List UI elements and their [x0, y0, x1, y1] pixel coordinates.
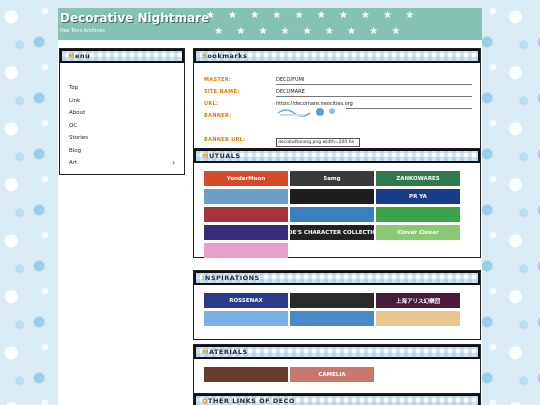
master-value: DECO/FUMI [276, 77, 472, 85]
materials-heading-rest: ATERIALS [208, 348, 248, 356]
chevron-right-icon: › [172, 159, 175, 167]
menu-item-label: OC [69, 122, 78, 129]
menu-item-blog[interactable]: Blog [69, 148, 175, 161]
menu-heading: Menu [60, 49, 184, 63]
materials-banner-button[interactable] [204, 367, 288, 382]
menu-item-label: Link [69, 97, 81, 104]
banner-url-label: BANNER URL: [204, 137, 246, 143]
menu-item-label: Top [69, 85, 79, 91]
mutuals-heading-rest: UTUALS [208, 152, 241, 160]
mutuals-heading: MUTUALS [194, 149, 480, 163]
inspirations-heading-rest: NSPIRATIONS [204, 274, 260, 282]
menu-panel: Menu Top Link About OC Stories Blog Art › [59, 48, 185, 175]
mutuals-banner-button[interactable]: 5amg [290, 171, 374, 186]
menu-item-link[interactable]: Link [69, 98, 175, 111]
menu-item-about[interactable]: About [69, 110, 175, 123]
other-links-heading: OTHER LINKS OF DECO [194, 394, 480, 405]
menu-heading-rest: enu [74, 52, 91, 60]
inspirations-banner-button[interactable] [290, 311, 374, 326]
mutuals-banner-button[interactable]: PR YA [376, 189, 460, 204]
mutuals-banner-button[interactable] [204, 225, 288, 240]
mutuals-banner-button[interactable]: YonderMoon [204, 171, 288, 186]
mutuals-banner-button[interactable] [290, 207, 374, 222]
menu-item-top[interactable]: Top [69, 85, 175, 98]
site-subtitle: Has Tons Archives [60, 28, 105, 34]
mutuals-banner-button[interactable] [376, 207, 460, 222]
materials-heading: MATERIALS [194, 345, 480, 359]
mutuals-banner-button[interactable] [204, 189, 288, 204]
site-name-label: SITE NAME: [204, 89, 240, 95]
mutuals-panel: MUTUALS YonderMoon5amgZANKOWARES PR YA MOE… [193, 148, 481, 258]
mutuals-banner-button[interactable] [204, 207, 288, 222]
inspirations-panel: INSPIRATIONS ROSSENAX 上海アリス幻樂団 [193, 270, 481, 340]
menu-item-oc[interactable]: OC [69, 123, 175, 136]
site-header: ★ ★ ★ ★ ★ ★ ★ ★ ★ ★ ★ ★ ★ ★ ★ ★ ★ ★ ★ De… [58, 8, 482, 40]
inspirations-banner-button[interactable] [290, 293, 374, 308]
page-container: ★ ★ ★ ★ ★ ★ ★ ★ ★ ★ ★ ★ ★ ★ ★ ★ ★ ★ ★ De… [58, 8, 482, 405]
star-pattern: ★ ★ ★ ★ ★ ★ ★ ★ ★ ★ ★ ★ ★ ★ ★ ★ ★ ★ ★ [206, 10, 420, 37]
mutuals-banner-button[interactable] [204, 243, 288, 258]
mutuals-banner-button[interactable] [290, 189, 374, 204]
site-banner-image[interactable] [276, 105, 346, 119]
inspirations-heading: INSPIRATIONS [194, 271, 480, 285]
mutuals-banner-button[interactable]: Clover Clover [376, 225, 460, 240]
bookmarks-heading-rest: ookmarks [207, 52, 248, 60]
menu-list: Top Link About OC Stories Blog Art › [69, 85, 175, 173]
site-name-value: DECOMARE [276, 89, 472, 97]
menu-item-label: Blog [69, 147, 82, 154]
mutuals-banner-button[interactable]: MOE'S CHARACTER COLLECTION [290, 225, 374, 240]
menu-heading-first: M [68, 52, 75, 60]
inspirations-banner-button[interactable] [204, 311, 288, 326]
menu-item-stories[interactable]: Stories [69, 135, 175, 148]
banner-label: BANNER: [204, 113, 232, 119]
materials-panel: MATERIALS CAMELIA [193, 344, 481, 394]
bookmarks-heading: Bookmarks [194, 49, 480, 63]
other-links-panel: OTHER LINKS OF DECO [193, 393, 481, 405]
menu-item-label: About [69, 110, 86, 116]
materials-banner-button[interactable]: CAMELIA [290, 367, 374, 382]
master-label: MASTER: [204, 77, 232, 83]
inspirations-banner-button[interactable]: 上海アリス幻樂団 [376, 293, 460, 308]
materials-heading-first: M [202, 348, 209, 356]
bookmarks-panel: Bookmarks MASTER: DECO/FUMI SITE NAME: D… [193, 48, 481, 154]
url-label: URL: [204, 101, 219, 107]
site-title[interactable]: Decorative Nightmare [60, 11, 209, 25]
other-links-heading-rest: THER LINKS OF DECO [208, 397, 295, 405]
inspirations-banner-button[interactable] [376, 311, 460, 326]
menu-item-label: Art [69, 160, 78, 166]
mutuals-banner-button[interactable]: ZANKOWARES [376, 171, 460, 186]
mutuals-heading-first: M [202, 152, 209, 160]
menu-item-label: Stories [69, 135, 89, 141]
menu-item-art[interactable]: Art › [69, 159, 175, 173]
inspirations-banner-button[interactable]: ROSSENAX [204, 293, 288, 308]
banner-url-field[interactable]: decobuttonorg.png width=200 he [276, 138, 360, 147]
